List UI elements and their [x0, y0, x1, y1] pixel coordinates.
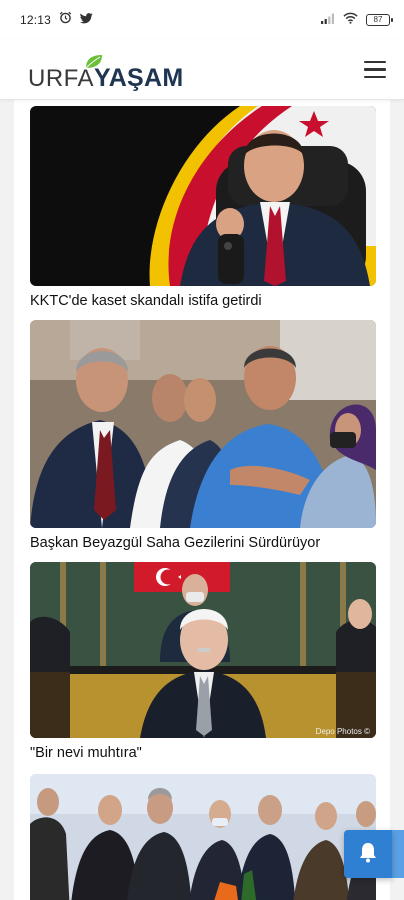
news-feed: KKTC'de kaset skandalı istifa getirdi Ba…	[14, 100, 390, 900]
twitter-icon	[80, 11, 93, 29]
battery-icon: 87	[366, 14, 393, 26]
alarm-icon	[59, 11, 72, 29]
app-header: URFA YAŞAM	[0, 40, 404, 100]
news-image[interactable]	[30, 320, 376, 528]
hamburger-menu-icon[interactable]	[364, 60, 386, 79]
wifi-icon	[343, 11, 358, 29]
news-card[interactable]	[30, 774, 376, 900]
fab-edge	[392, 830, 404, 878]
news-image[interactable]	[30, 106, 376, 286]
leaf-icon	[84, 54, 104, 75]
site-logo[interactable]: URFA YAŞAM	[28, 50, 184, 92]
news-title[interactable]: KKTC'de kaset skandalı istifa getirdi	[30, 292, 376, 310]
news-title[interactable]: Başkan Beyazgül Saha Gezilerini Sürdürüy…	[30, 534, 376, 552]
photo-credit: Depo Photos ©	[316, 727, 370, 736]
news-card[interactable]: Başkan Beyazgül Saha Gezilerini Sürdürüy…	[30, 320, 376, 552]
signal-icon	[321, 11, 335, 29]
logo-text-yasam: YAŞAM	[94, 63, 184, 92]
news-image[interactable]: Depo Photos ©	[30, 562, 376, 738]
notification-bell-button[interactable]	[344, 830, 392, 878]
news-title[interactable]: "Bir nevi muhtıra"	[30, 744, 376, 762]
bell-icon	[356, 840, 380, 869]
news-card[interactable]: Depo Photos © "Bir nevi muhtıra"	[30, 562, 376, 762]
news-image[interactable]	[30, 774, 376, 900]
status-bar: 12:13 87	[0, 0, 404, 40]
news-card[interactable]: KKTC'de kaset skandalı istifa getirdi	[30, 106, 376, 310]
status-time: 12:13	[20, 13, 52, 27]
content-area: KKTC'de kaset skandalı istifa getirdi Ba…	[0, 100, 404, 900]
